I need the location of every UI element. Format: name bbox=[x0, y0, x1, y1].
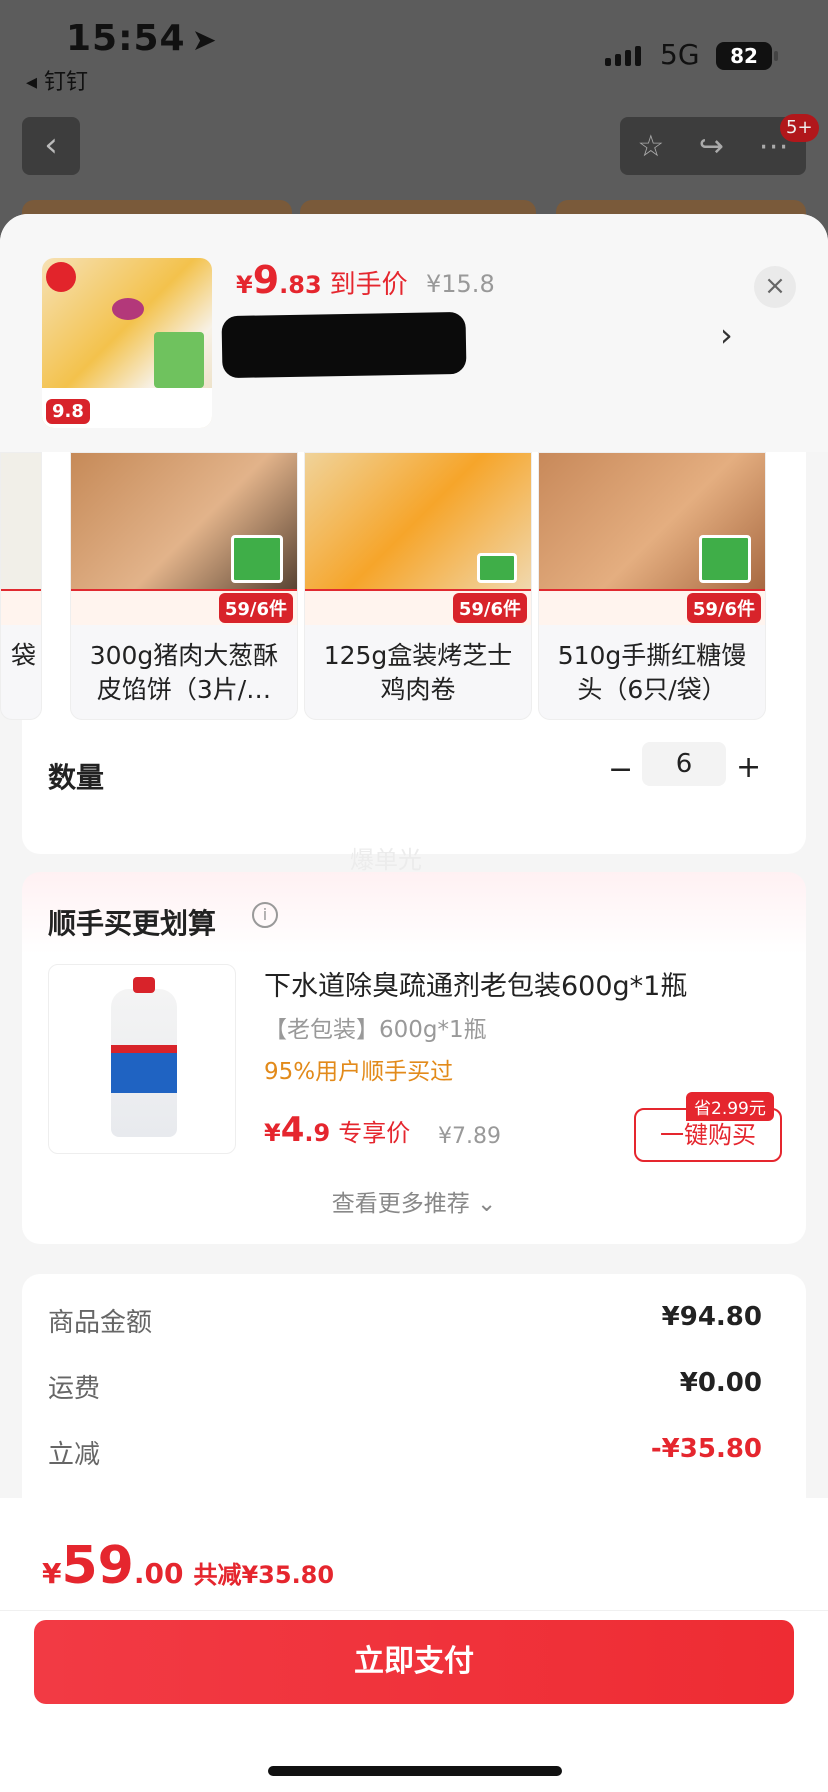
sku-option-name: 袋 bbox=[11, 641, 37, 670]
sku-option-name: 125g盒装烤芝士鸡肉卷 bbox=[323, 641, 513, 704]
status-time: 15:54 ➤ bbox=[66, 18, 218, 59]
quantity-label: 数量 bbox=[48, 761, 105, 794]
summary-row-shipping: 运费 ¥0.00 bbox=[48, 1368, 762, 1405]
product-thumbnail[interactable]: 9.8 bbox=[42, 258, 212, 428]
summary-row-discount: 立减 -¥35.80 bbox=[48, 1434, 762, 1471]
sku-option-badge: 59/6件 bbox=[218, 593, 293, 623]
sku-option[interactable]: 袋 bbox=[0, 452, 42, 720]
info-icon[interactable]: i bbox=[252, 902, 278, 928]
network-label: 5G bbox=[660, 38, 700, 71]
pay-now-button[interactable]: 立即支付 bbox=[34, 1620, 794, 1704]
signal-icon bbox=[605, 46, 641, 66]
chevron-right-icon[interactable]: › bbox=[720, 316, 733, 354]
nav-actions-group: ☆ ↪ ⋯ bbox=[620, 117, 806, 175]
sheet-header: 9.8 ¥9.83 到手价 ¥15.8 › × bbox=[0, 214, 828, 452]
recommendation-title: 顺手买更划算 bbox=[48, 907, 217, 940]
recommendation-price: ¥4.9 专享价 bbox=[264, 1110, 411, 1150]
see-more-recommendations-link[interactable]: 查看更多推荐 ⌄ bbox=[22, 1184, 806, 1218]
sku-option[interactable]: 59/6件 510g手撕红糖馒头（6只/袋） bbox=[538, 452, 766, 720]
sku-option-image: 59/6件 bbox=[305, 453, 531, 625]
close-button[interactable]: × bbox=[754, 266, 796, 308]
sku-option-image bbox=[1, 453, 41, 625]
redacted-product-title bbox=[221, 311, 467, 379]
summary-row-subtotal: 商品金额 ¥94.80 bbox=[48, 1302, 762, 1339]
favorite-star-icon[interactable]: ☆ bbox=[637, 129, 664, 164]
checkout-footer: ¥59.00 共减¥35.80 立即支付 bbox=[0, 1498, 828, 1792]
sku-option[interactable]: 59/6件 300g猪肉大葱酥皮馅饼（3片/… bbox=[70, 452, 298, 720]
sku-option-badge: 59/6件 bbox=[686, 593, 761, 623]
quantity-decrease-button[interactable]: − bbox=[608, 752, 633, 787]
sku-option[interactable]: 59/6件 125g盒装烤芝士鸡肉卷 bbox=[304, 452, 532, 720]
garnish-decoration bbox=[112, 298, 144, 320]
sku-option-image: 59/6件 bbox=[539, 453, 765, 625]
summary-label: 商品金额 bbox=[48, 1308, 153, 1338]
current-price: ¥9.83 到手价 bbox=[236, 258, 408, 302]
notification-badge: 5+ bbox=[780, 114, 819, 142]
nav-back-button[interactable]: ‹ bbox=[22, 117, 80, 175]
summary-label: 运费 bbox=[48, 1374, 101, 1404]
total-price: ¥59.00 共减¥35.80 bbox=[42, 1536, 335, 1596]
recommendation-image[interactable] bbox=[48, 964, 236, 1154]
recommendation-stat: 95%用户顺手买过 bbox=[264, 1059, 454, 1085]
total-discount: 共减¥35.80 bbox=[193, 1561, 335, 1589]
thumbnail-price-tag: 9.8 bbox=[46, 399, 90, 424]
quantity-increase-button[interactable]: + bbox=[736, 750, 761, 785]
sku-option-badge: 59/6件 bbox=[452, 593, 527, 623]
summary-value: -¥35.80 bbox=[650, 1434, 762, 1464]
divider bbox=[0, 1610, 828, 1611]
home-indicator[interactable] bbox=[268, 1766, 562, 1776]
battery-indicator: 82 bbox=[716, 42, 778, 70]
sku-option-name: 300g猪肉大葱酥皮馅饼（3片/… bbox=[89, 641, 279, 704]
sku-option-name: 510g手撕红糖馒头（6只/袋） bbox=[557, 641, 747, 704]
savings-badge: 省2.99元 bbox=[686, 1092, 774, 1121]
location-arrow-icon: ➤ bbox=[191, 23, 218, 58]
brand-logo-icon bbox=[46, 262, 76, 292]
package-image bbox=[154, 332, 204, 388]
quantity-input[interactable]: 6 bbox=[642, 742, 726, 786]
summary-label: 立减 bbox=[48, 1440, 101, 1470]
sku-option-image: 59/6件 bbox=[71, 453, 297, 625]
original-price: ¥15.8 bbox=[426, 270, 495, 298]
recommendation-spec: 【老包装】600g*1瓶 bbox=[264, 1017, 487, 1043]
watermark: 爆单光 bbox=[350, 846, 422, 874]
recommendation-original-price: ¥7.89 bbox=[438, 1124, 501, 1149]
recommendation-name[interactable]: 下水道除臭疏通剂老包装600g*1瓶 bbox=[264, 964, 794, 1003]
recommendation-card: 顺手买更划算 i 下水道除臭疏通剂老包装600g*1瓶 【老包装】600g*1瓶… bbox=[22, 872, 806, 1244]
share-icon[interactable]: ↪ bbox=[699, 129, 724, 164]
back-to-app-link[interactable]: ◂ 钉钉 bbox=[26, 64, 88, 96]
sku-options-card: 袋 59/6件 300g猪肉大葱酥皮馅饼（3片/… 59/6件 125g盒装烤芝… bbox=[0, 452, 806, 854]
summary-value: ¥0.00 bbox=[679, 1368, 762, 1398]
order-summary-card: 商品金额 ¥94.80 运费 ¥0.00 立减 -¥35.80 bbox=[22, 1274, 806, 1534]
summary-value: ¥94.80 bbox=[661, 1302, 762, 1332]
